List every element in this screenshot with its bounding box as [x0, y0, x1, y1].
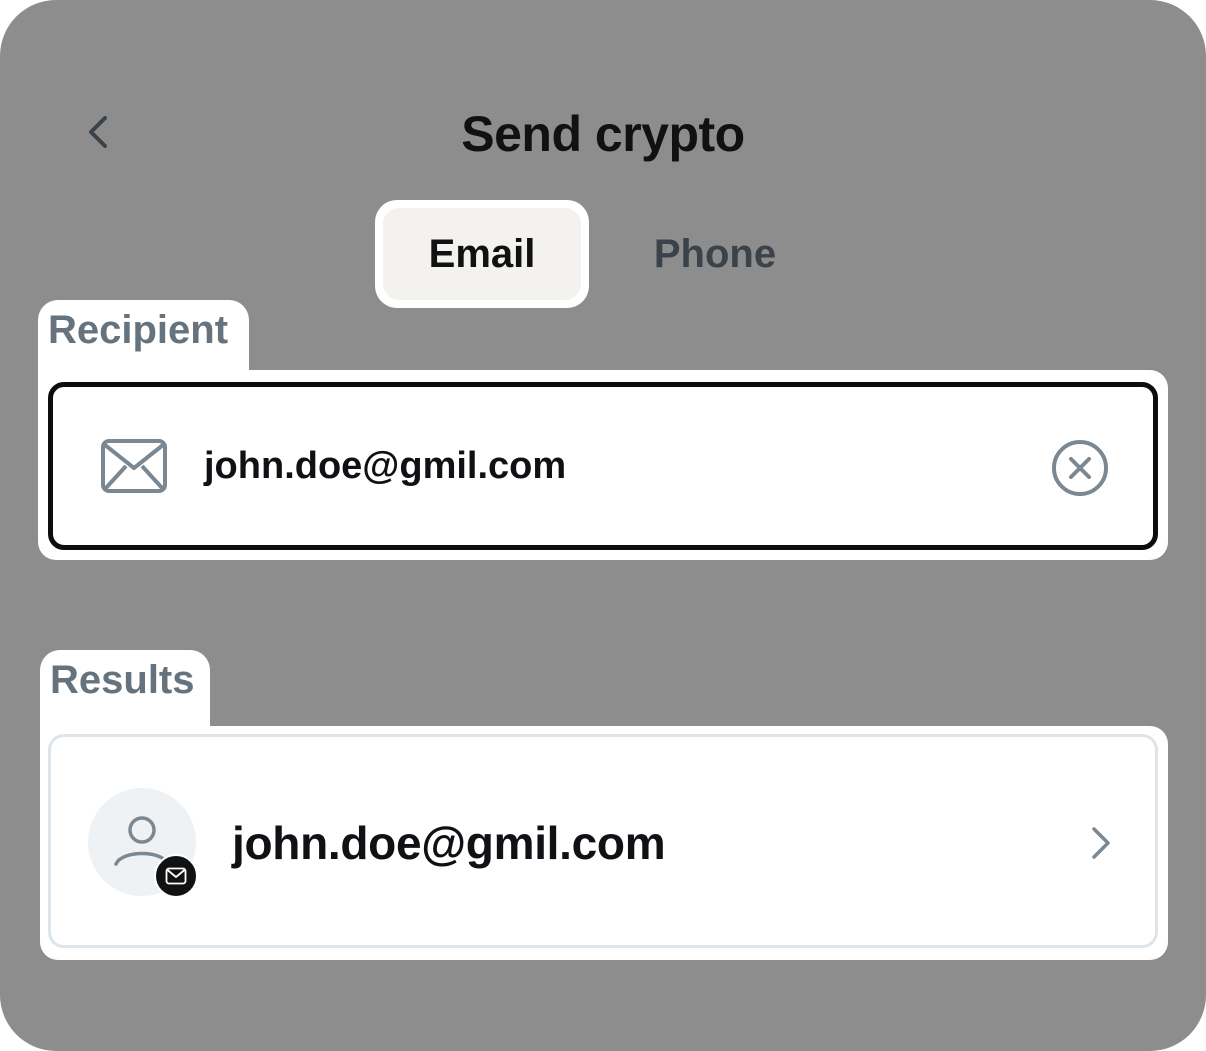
- send-crypto-screen: Send crypto Email Phone Recipient john.d…: [0, 0, 1206, 1051]
- tab-phone[interactable]: Phone: [605, 200, 825, 308]
- tab-email[interactable]: Email: [375, 200, 589, 308]
- chevron-right-icon: [1092, 827, 1110, 859]
- email-badge: [154, 854, 198, 898]
- mail-icon: [101, 439, 167, 493]
- page-title: Send crypto: [461, 106, 745, 162]
- mail-icon: [165, 867, 187, 885]
- email-input-value: john.doe@gmil.com: [204, 445, 567, 487]
- email-input[interactable]: john.doe@gmil.com: [48, 382, 1158, 550]
- result-item[interactable]: john.doe@gmil.com: [48, 734, 1158, 948]
- clear-icon[interactable]: [1051, 439, 1109, 497]
- tab-email-label: Email: [383, 208, 581, 300]
- result-email: john.doe@gmil.com: [232, 817, 666, 869]
